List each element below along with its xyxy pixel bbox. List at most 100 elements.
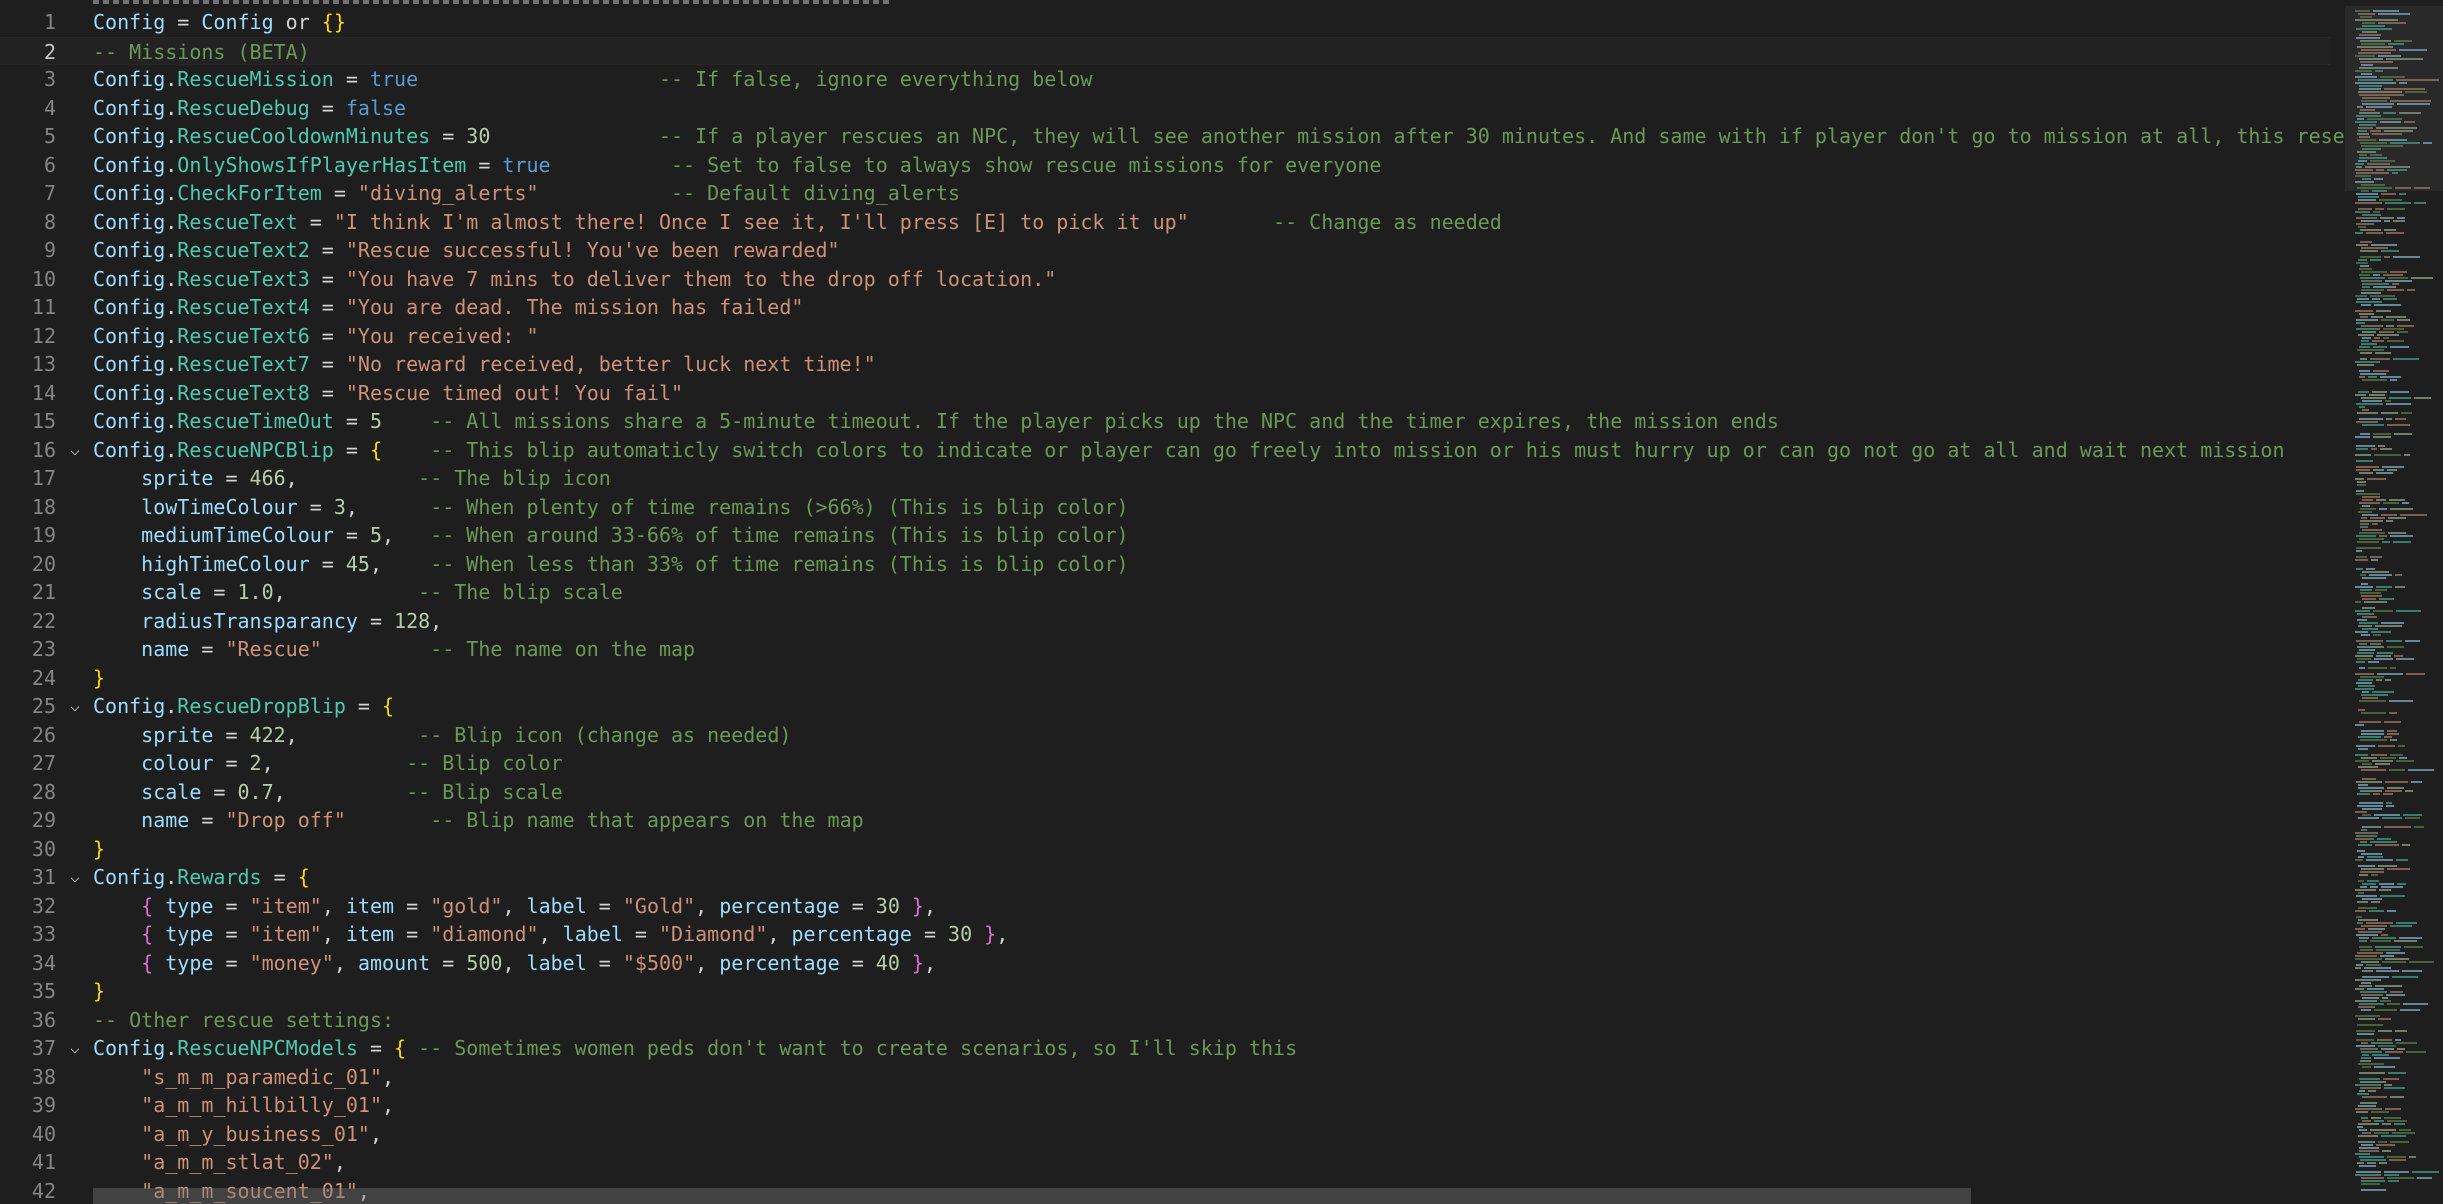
code-line[interactable]: 16 ⌵ Config.RescueNPCBlip = { -- This blip…: [0, 436, 2330, 465]
chevron-down-icon[interactable]: ⌵: [66, 1034, 84, 1063]
chevron-down-icon[interactable]: ⌵: [66, 436, 84, 465]
minimap-stroke: [2362, 499, 2373, 501]
minimap-stroke: [2380, 217, 2394, 219]
minimap-stroke: [2396, 859, 2408, 861]
line-number: 22: [31, 608, 56, 633]
code-line[interactable]: 5 Config.RescueCooldownMinutes = 30 -- If…: [0, 122, 2429, 151]
code-line[interactable]: 14 Config.RescueText8 = "Rescue timed out…: [0, 379, 2330, 408]
code-line[interactable]: 32 { type = "item", item = "gold", label…: [0, 892, 2330, 921]
minimap-stroke: [2359, 418, 2383, 420]
minimap-stroke: [2361, 733, 2384, 735]
minimap-stroke: [2393, 256, 2420, 258]
line-code: { type = "item", item = "diamond", label…: [93, 920, 1008, 949]
minimap-stroke: [2358, 511, 2372, 513]
code-line[interactable]: 12 Config.RescueText6 = "You received: ": [0, 322, 2330, 351]
code-line[interactable]: 19 mediumTimeColour = 5, -- When around …: [0, 521, 2330, 550]
minimap-stroke: [2387, 733, 2399, 735]
code-line[interactable]: 10 Config.RescueText3 = "You have 7 mins …: [0, 265, 2330, 294]
minimap-stroke: [2378, 1045, 2396, 1047]
code-line[interactable]: 24}: [0, 664, 2330, 693]
code-line[interactable]: 39 "a_m_m_hillbilly_01",: [0, 1091, 2330, 1120]
minimap-stroke: [2360, 523, 2369, 525]
minimap-slider[interactable]: [2345, 6, 2443, 191]
minimap-stroke: [2370, 556, 2382, 558]
code-line[interactable]: 36 -- Other rescue settings:: [0, 1006, 2330, 1035]
token: .: [165, 152, 178, 177]
line-code: Config.RescueText6 = "You received: ": [93, 322, 539, 351]
minimap-stroke: [2362, 1096, 2387, 1098]
minimap-stroke: [2389, 499, 2405, 501]
token: RescueTimeOut: [177, 409, 334, 433]
editor-lines[interactable]: 1 Config = Config or {} 2 -- Missions (BETA…: [0, 8, 2429, 1204]
code-line[interactable]: 9 Config.RescueText2 = "Rescue successful…: [0, 236, 2330, 265]
code-line[interactable]: 40 "a_m_y_business_01",: [0, 1120, 2330, 1149]
minimap-stroke: [2377, 1039, 2392, 1041]
code-line[interactable]: 34 { type = "money", amount = 500, label…: [0, 949, 2330, 978]
minimap-stroke: [2358, 196, 2379, 198]
horizontal-scrollbar[interactable]: [93, 1188, 1971, 1204]
minimap-stroke: [2362, 283, 2389, 285]
code-line[interactable]: 6 Config.OnlyShowsIfPlayerHasItem = true …: [0, 151, 2330, 180]
minimap-stroke: [2386, 805, 2394, 807]
code-line[interactable]: 25 ⌵ Config.RescueDropBlip = {: [0, 692, 2330, 721]
minimap-stroke: [2360, 520, 2383, 522]
code-line[interactable]: 38 "s_m_m_paramedic_01",: [0, 1063, 2330, 1092]
code-line[interactable]: 3 Config.RescueMission = true -- If false…: [0, 65, 2330, 94]
code-line[interactable]: 27 colour = 2, -- Blip color: [0, 749, 2330, 778]
token: =: [321, 181, 358, 205]
minimap-stroke: [2367, 478, 2386, 480]
code-line[interactable]: 31 ⌵ Config.Rewards = {: [0, 863, 2330, 892]
token: ,: [695, 893, 720, 918]
minimap-stroke: [2371, 1117, 2381, 1119]
minimap-stroke: [2380, 376, 2401, 378]
minimap-stroke: [2390, 1096, 2404, 1098]
minimap-stroke: [2356, 193, 2378, 195]
minimap-stroke: [2357, 1033, 2374, 1035]
minimap-stroke: [2355, 832, 2378, 834]
code-line[interactable]: 35}: [0, 977, 2330, 1006]
minimap-stroke: [2379, 889, 2391, 891]
line-code: Config.RescueText7 = "No reward received…: [93, 350, 876, 379]
code-line[interactable]: 17 sprite = 466, -- The blip icon: [0, 464, 2330, 493]
minimap-stroke: [2359, 502, 2380, 504]
code-line[interactable]: 20 highTimeColour = 45, -- When less tha…: [0, 550, 2330, 579]
code-line[interactable]: 28 scale = 0.7, -- Blip scale: [0, 778, 2330, 807]
token: "I think I'm almost there! Once I see it…: [333, 209, 1189, 234]
code-line[interactable]: 29 name = "Drop off" -- Blip name that a…: [0, 806, 2330, 835]
code-line[interactable]: 7 Config.CheckForItem = "diving_alerts" -…: [0, 179, 2330, 208]
chevron-down-icon[interactable]: ⌵: [66, 692, 84, 721]
line-code: Config.Rewards = {: [93, 863, 310, 892]
code-line[interactable]: 13 Config.RescueText7 = "No reward receiv…: [0, 350, 2330, 379]
token: RescueMission: [177, 67, 334, 91]
minimap-stroke: [2395, 1039, 2401, 1041]
code-line[interactable]: 37 ⌵ Config.RescueNPCModels = { -- Sometim…: [0, 1034, 2330, 1063]
minimap-stroke: [2355, 394, 2366, 396]
minimap-stroke: [2361, 292, 2381, 294]
code-line[interactable]: 2 -- Missions (BETA): [0, 36, 2330, 65]
code-line[interactable]: 21 scale = 1.0, -- The blip scale: [0, 578, 2330, 607]
code-line[interactable]: 4 Config.RescueDebug = false: [0, 94, 2330, 123]
code-line[interactable]: 33 { type = "item", item = "diamond", la…: [0, 920, 2330, 949]
minimap-stroke: [2355, 310, 2373, 312]
minimap-stroke: [2383, 337, 2389, 339]
code-line[interactable]: 41 "a_m_m_stlat_02",: [0, 1148, 2330, 1177]
code-line[interactable]: 11 Config.RescueText4 = "You are dead. Th…: [0, 293, 2330, 322]
code-line[interactable]: 30}: [0, 835, 2330, 864]
code-line[interactable]: 23 name = "Rescue" -- The name on the ma…: [0, 635, 2330, 664]
code-line[interactable]: 26 sprite = 422, -- Blip icon (change as…: [0, 721, 2330, 750]
token: =: [357, 608, 395, 633]
code-line[interactable]: 22 radiusTransparancy = 128,: [0, 607, 2330, 636]
code-line[interactable]: 15 Config.RescueTimeOut = 5 -- All missio…: [0, 407, 2330, 436]
code-editor[interactable]: 1 Config = Config or {} 2 -- Missions (BETA…: [0, 0, 2443, 1204]
minimap-stroke: [2399, 193, 2406, 195]
minimap-stroke: [2362, 514, 2378, 516]
code-line[interactable]: 18 lowTimeColour = 3, -- When plenty of …: [0, 493, 2330, 522]
minimap-stroke: [2359, 370, 2370, 372]
code-line[interactable]: 8 Config.RescueText = "I think I'm almost…: [0, 208, 2330, 237]
chevron-down-icon[interactable]: ⌵: [66, 863, 84, 892]
minimap-stroke: [2356, 493, 2380, 495]
code-line[interactable]: 1 Config = Config or {}: [0, 8, 2330, 37]
minimap-stroke: [2379, 598, 2394, 600]
line-code: Config.RescueText3 = "You have 7 mins to…: [93, 265, 1056, 294]
token: "Drop off": [225, 808, 346, 832]
